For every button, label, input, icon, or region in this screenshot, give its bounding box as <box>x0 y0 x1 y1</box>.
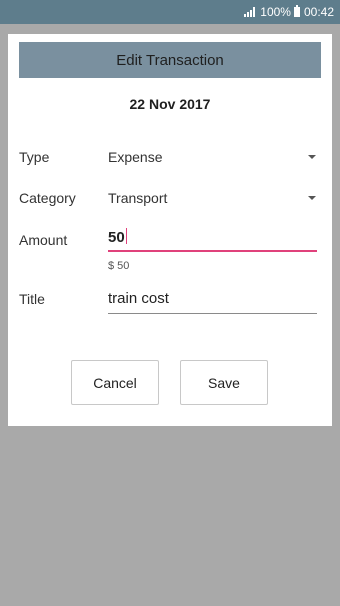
dialog-title: Edit Transaction <box>19 42 321 78</box>
category-label: Category <box>19 190 76 206</box>
transaction-date[interactable]: 22 Nov 2017 <box>8 96 332 112</box>
text-cursor <box>125 228 128 244</box>
battery-icon <box>293 5 300 17</box>
amount-hint: $ 50 <box>108 260 130 272</box>
amount-value: 50 <box>108 229 125 246</box>
category-spinner[interactable]: Transport <box>108 187 318 209</box>
title-label: Title <box>19 291 45 307</box>
dropdown-caret-icon <box>308 155 316 159</box>
title-input[interactable]: train cost <box>108 290 317 314</box>
edit-transaction-dialog: Edit Transaction 22 Nov 2017 Type Expens… <box>8 34 332 426</box>
amount-label: Amount <box>19 232 68 248</box>
category-value: Transport <box>108 190 168 206</box>
status-bar: 100% 00:42 <box>0 0 340 24</box>
type-label: Type <box>19 149 50 165</box>
title-value: train cost <box>108 290 169 307</box>
type-value: Expense <box>108 149 163 165</box>
type-spinner[interactable]: Expense <box>108 146 318 168</box>
battery-percent: 100% <box>260 5 291 19</box>
dropdown-caret-icon <box>308 196 316 200</box>
cancel-button[interactable]: Cancel <box>71 360 159 405</box>
save-button[interactable]: Save <box>180 360 268 405</box>
amount-input[interactable]: 50 <box>108 228 317 252</box>
signal-icon <box>244 7 256 17</box>
clock: 00:42 <box>303 5 334 19</box>
